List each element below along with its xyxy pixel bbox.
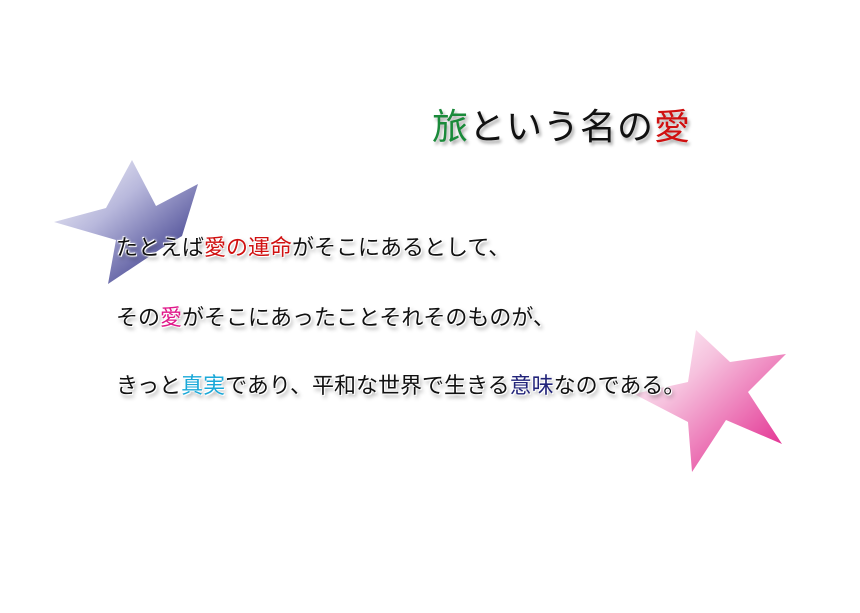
star-left-icon <box>54 160 198 284</box>
line-2-segment: その <box>116 306 161 331</box>
line-3-segment: なのである。 <box>553 374 686 399</box>
line-1-highlight-love-destiny: 愛の運命 <box>204 236 293 261</box>
text-line-2: その愛がそこにあったことそれそのものが、 <box>116 300 555 332</box>
title-travel: 旅 <box>432 107 470 148</box>
line-3-highlight-meaning: 意味 <box>509 374 554 399</box>
text-line-3: きっと真実であり、平和な世界で生きる意味なのである。 <box>116 368 685 400</box>
star-right-icon <box>634 330 786 472</box>
line-3-segment: であり、平和な世界で生きる <box>225 374 510 399</box>
title-middle: という名の <box>469 107 655 148</box>
line-2-highlight-love: 愛 <box>160 306 183 331</box>
page-title: 旅という名の愛 <box>432 98 691 150</box>
text-line-1: たとえば愛の運命がそこにあるとして、 <box>116 230 510 262</box>
line-3-highlight-truth: 真実 <box>181 374 226 399</box>
line-2-segment: がそこにあったことそれそのものが、 <box>182 306 555 331</box>
line-3-segment: きっと <box>116 374 182 399</box>
line-1-segment: たとえば <box>116 236 205 261</box>
line-1-segment: がそこにあるとして、 <box>292 236 511 261</box>
title-love: 愛 <box>654 107 692 148</box>
